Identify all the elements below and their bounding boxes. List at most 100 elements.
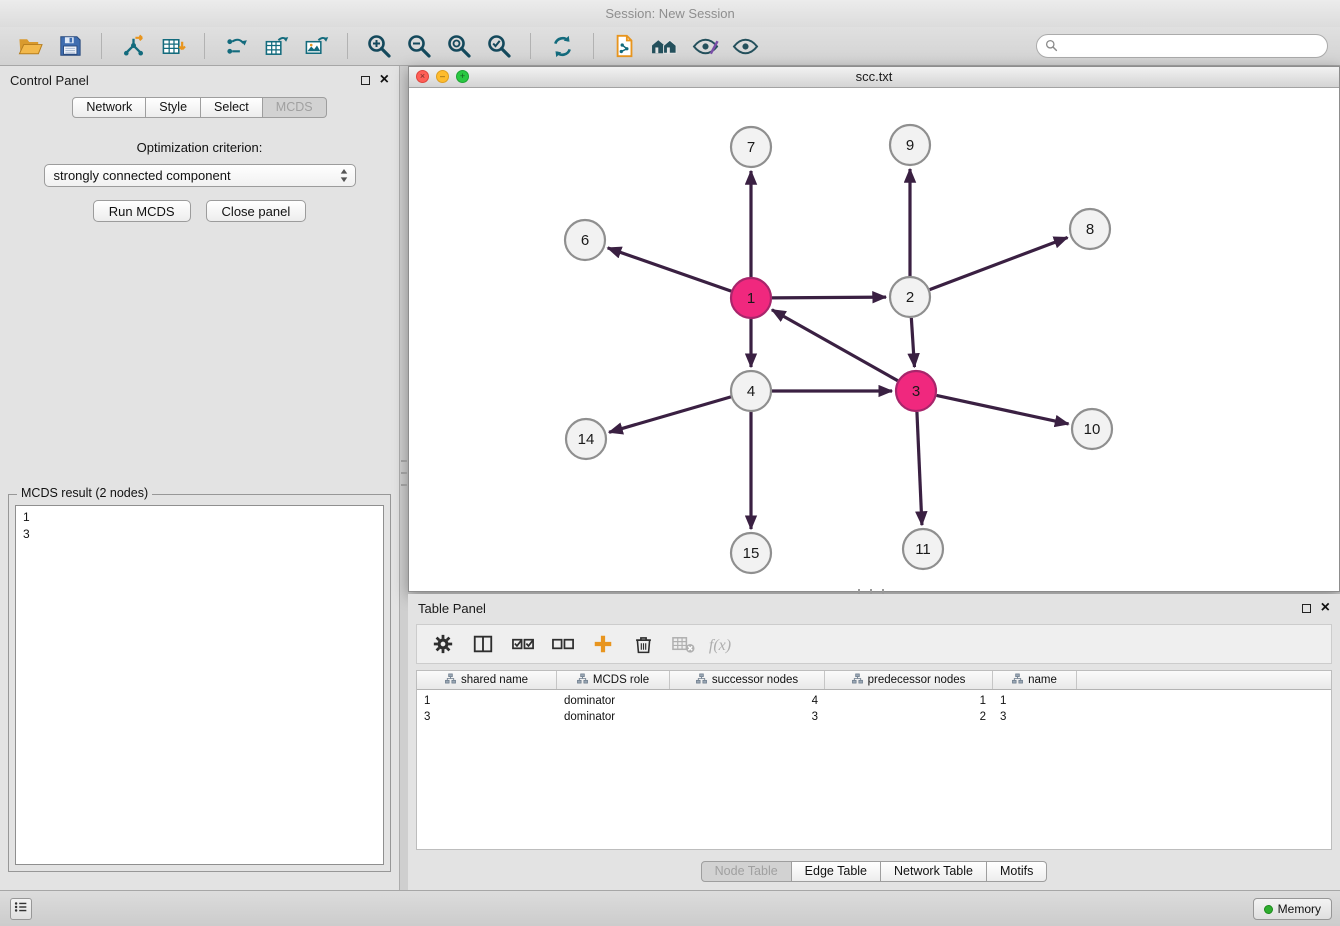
node-table: shared name MCDS rolesuccessor nodesprede…	[416, 670, 1332, 850]
edge-1-to-2[interactable]	[772, 297, 886, 298]
tab-select[interactable]: Select	[201, 97, 263, 118]
edge-1-to-6[interactable]	[608, 248, 732, 291]
edge-3-to-11[interactable]	[917, 412, 922, 525]
column-header-successor-nodes[interactable]: successor nodes	[670, 671, 825, 689]
panel-splitter-vertical[interactable]	[401, 460, 407, 486]
show-hide-panels-icon[interactable]	[730, 31, 760, 61]
mcds-result-group: MCDS result (2 nodes) 1 3	[8, 494, 391, 872]
column-layout-icon[interactable]	[467, 628, 499, 660]
float-table-panel-icon[interactable]	[1302, 604, 1311, 613]
node-2[interactable]: 2	[890, 277, 930, 317]
tab-network-table[interactable]: Network Table	[881, 861, 987, 882]
status-bar: Memory	[0, 890, 1340, 926]
table-settings-icon[interactable]	[427, 628, 459, 660]
zoom-in-icon[interactable]	[364, 31, 394, 61]
network-window-titlebar[interactable]: × – + scc.txt	[409, 67, 1339, 88]
table-cell: 3	[670, 711, 825, 723]
node-14[interactable]: 14	[566, 419, 606, 459]
close-panel-icon[interactable]: ×	[380, 74, 389, 86]
node-7[interactable]: 7	[731, 127, 771, 167]
function-builder-icon: f(x)	[707, 628, 739, 660]
edge-4-to-14[interactable]	[609, 397, 731, 432]
new-network-from-selection-icon[interactable]	[610, 31, 640, 61]
network-canvas[interactable]: 7 9 6 8 1 2 4 3 10 14 15 11	[409, 88, 1339, 591]
node-label: 2	[906, 289, 914, 306]
memory-button[interactable]: Memory	[1253, 898, 1332, 920]
node-6[interactable]: 6	[565, 220, 605, 260]
show-panel-list-button[interactable]	[10, 898, 32, 920]
edge-2-to-8[interactable]	[930, 237, 1068, 289]
import-network-icon[interactable]	[118, 31, 148, 61]
refresh-icon[interactable]	[547, 31, 577, 61]
select-all-icon[interactable]	[507, 628, 539, 660]
svg-text:f(x): f(x)	[709, 637, 731, 654]
mcds-result-title: MCDS result (2 nodes)	[17, 486, 152, 500]
node-label: 7	[747, 139, 755, 156]
tab-motifs[interactable]: Motifs	[987, 861, 1047, 882]
close-window-icon[interactable]: ×	[416, 70, 429, 83]
tab-network[interactable]: Network	[72, 97, 146, 118]
node-10[interactable]: 10	[1072, 409, 1112, 449]
network-window-title: scc.txt	[856, 69, 893, 84]
zoom-window-icon[interactable]: +	[456, 70, 469, 83]
optimization-criterion-select[interactable]: strongly connected component	[44, 164, 356, 187]
table-row[interactable]: 1dominator411	[417, 693, 1331, 709]
float-panel-icon[interactable]	[361, 76, 370, 85]
delete-row-icon[interactable]	[627, 628, 659, 660]
tab-mcds[interactable]: MCDS	[263, 97, 327, 118]
zoom-fit-icon[interactable]	[444, 31, 474, 61]
add-row-icon[interactable]	[587, 628, 619, 660]
zoom-selected-icon[interactable]	[484, 31, 514, 61]
minimize-window-icon[interactable]: –	[436, 70, 449, 83]
attribute-tree-icon	[852, 673, 863, 687]
edge-3-to-10[interactable]	[937, 395, 1069, 424]
column-header-shared-name[interactable]: shared name	[417, 671, 557, 689]
export-image-icon[interactable]	[301, 31, 331, 61]
node-9[interactable]: 9	[890, 125, 930, 165]
node-label: 10	[1084, 421, 1101, 438]
search-box	[1036, 34, 1328, 58]
node-1[interactable]: 1	[731, 278, 771, 318]
table-cell: dominator	[557, 711, 670, 723]
column-header-label: shared name	[461, 674, 528, 686]
toolbar-separator	[347, 33, 348, 59]
deselect-all-icon[interactable]	[547, 628, 579, 660]
table-panel-title: Table Panel	[418, 601, 486, 616]
node-4[interactable]: 4	[731, 371, 771, 411]
column-header-predecessor-nodes[interactable]: predecessor nodes	[825, 671, 993, 689]
column-header-name[interactable]: name	[993, 671, 1077, 689]
export-table-icon[interactable]	[261, 31, 291, 61]
save-session-icon[interactable]	[55, 31, 85, 61]
tab-style[interactable]: Style	[146, 97, 201, 118]
node-11[interactable]: 11	[903, 529, 943, 569]
table-cell: 1	[825, 695, 993, 707]
close-panel-button[interactable]: Close panel	[206, 200, 307, 222]
import-table-icon[interactable]	[158, 31, 188, 61]
edge-3-to-1[interactable]	[772, 310, 898, 381]
node-table-header: shared name MCDS rolesuccessor nodesprede…	[417, 671, 1331, 690]
table-row[interactable]: 3dominator323	[417, 709, 1331, 725]
toolbar-separator	[593, 33, 594, 59]
node-15[interactable]: 15	[731, 533, 771, 573]
node-3[interactable]: 3	[896, 371, 936, 411]
tab-edge-table[interactable]: Edge Table	[792, 861, 881, 882]
mcds-result-text[interactable]: 1 3	[15, 505, 384, 865]
attribute-tree-icon	[696, 673, 707, 687]
toolbar-separator	[101, 33, 102, 59]
apply-style-icon[interactable]	[690, 31, 720, 61]
open-file-icon[interactable]	[15, 31, 45, 61]
network-overview-icon[interactable]	[650, 31, 680, 61]
close-table-panel-icon[interactable]: ×	[1321, 602, 1330, 614]
edge-2-to-3[interactable]	[911, 318, 914, 367]
zoom-out-icon[interactable]	[404, 31, 434, 61]
window-title: Session: New Session	[605, 6, 734, 21]
toolbar-separator	[204, 33, 205, 59]
table-cell: 1	[993, 695, 1077, 707]
export-network-icon[interactable]	[221, 31, 251, 61]
network-view-window: × – + scc.txt 7 9 6 8 1 2 4 3 10 14 15 11	[408, 66, 1340, 592]
run-mcds-button[interactable]: Run MCDS	[93, 200, 191, 222]
tab-node-table[interactable]: Node Table	[701, 861, 792, 882]
search-input[interactable]	[1036, 34, 1328, 58]
node-8[interactable]: 8	[1070, 209, 1110, 249]
column-header-MCDS-role[interactable]: MCDS role	[557, 671, 670, 689]
